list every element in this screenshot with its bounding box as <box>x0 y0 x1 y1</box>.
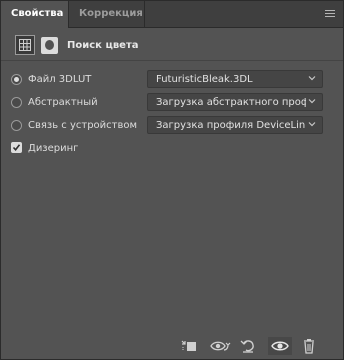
option-row-3dlut: Файл 3DLUT FuturisticBleak.3DL <box>11 70 331 90</box>
dither-checkbox[interactable] <box>11 142 22 153</box>
chevron-down-icon <box>308 76 316 81</box>
panel-footer <box>1 333 343 360</box>
properties-panel: Свойства Коррекция Поиск цвета Файл 3DLU… <box>0 0 344 360</box>
option-row-devicelink: Связь с устройством Загрузка профиля Dev… <box>11 116 331 136</box>
checkmark-icon <box>12 144 21 152</box>
reset-icon[interactable] <box>238 337 258 355</box>
select-devicelink[interactable]: Загрузка профиля DeviceLink... <box>147 116 323 134</box>
panel-header: Поиск цвета <box>1 35 343 61</box>
visibility-eye-icon[interactable] <box>268 337 292 355</box>
chevron-down-icon <box>308 122 316 127</box>
clip-to-layer-icon[interactable] <box>179 337 199 355</box>
radio-3dlut[interactable] <box>11 74 22 85</box>
layer-mask-icon[interactable] <box>41 37 58 54</box>
option-label: Связь с устройством <box>28 120 138 131</box>
tab-properties[interactable]: Свойства <box>1 1 69 28</box>
option-row-abstract: Абстрактный Загрузка абстрактного профи.… <box>11 93 331 113</box>
chevron-down-icon <box>308 99 316 104</box>
trash-icon[interactable] <box>299 337 319 355</box>
select-value: Загрузка абстрактного профи... <box>156 97 306 108</box>
select-abstract[interactable]: Загрузка абстрактного профи... <box>147 93 323 111</box>
select-value: FuturisticBleak.3DL <box>156 74 253 85</box>
option-label: Файл 3DLUT <box>28 74 92 85</box>
select-value: Загрузка профиля DeviceLink... <box>156 120 306 131</box>
panel-title: Поиск цвета <box>67 40 139 51</box>
dither-row: Дизеринг <box>11 139 331 159</box>
tab-adjustments[interactable]: Коррекция <box>69 1 145 27</box>
select-3dlut[interactable]: FuturisticBleak.3DL <box>147 70 323 88</box>
adjustment-grid-icon[interactable] <box>15 35 35 55</box>
radio-abstract[interactable] <box>11 97 22 108</box>
option-label: Абстрактный <box>28 97 98 108</box>
panel-menu-icon[interactable] <box>325 10 335 18</box>
header-divider <box>1 60 343 61</box>
radio-devicelink[interactable] <box>11 120 22 131</box>
panel-tabs: Свойства Коррекция <box>1 1 343 28</box>
dither-label: Дизеринг <box>28 143 79 154</box>
view-previous-state-icon[interactable] <box>209 337 231 355</box>
